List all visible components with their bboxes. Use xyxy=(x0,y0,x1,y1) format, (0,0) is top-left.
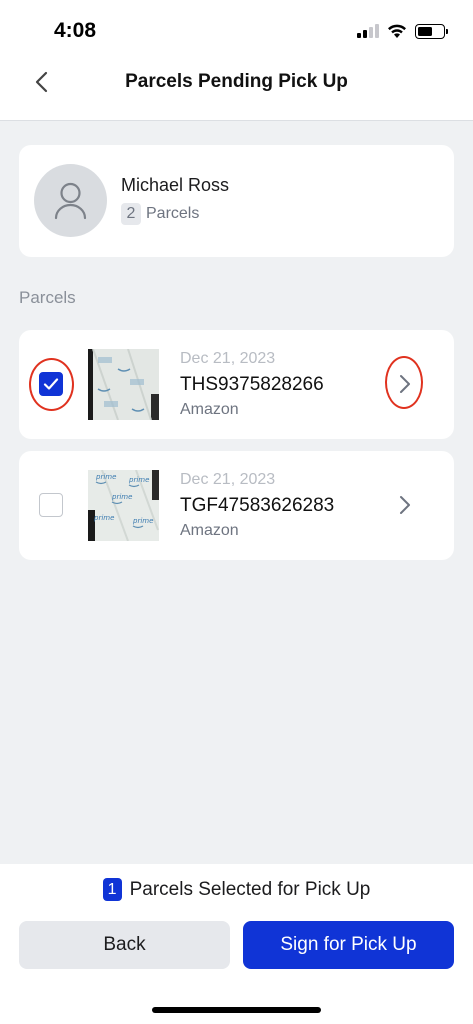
parcel-count-label: Parcels xyxy=(146,205,200,222)
parcel-date: Dec 21, 2023 xyxy=(180,350,276,367)
avatar xyxy=(34,164,107,237)
bottom-action-bar: 1 Parcels Selected for Pick Up Back Sign… xyxy=(0,864,473,1024)
customer-card: Michael Ross 2 Parcels xyxy=(19,145,454,257)
chevron-right-icon[interactable] xyxy=(396,372,414,396)
battery-icon xyxy=(415,23,448,39)
svg-text:prime: prime xyxy=(111,493,132,501)
parcel-card[interactable]: Dec 21, 2023 THS9375828266 Amazon xyxy=(19,330,454,439)
parcel-tracking-number: THS9375828266 xyxy=(180,374,324,395)
parcel-count: 2 Parcels xyxy=(121,203,199,225)
svg-text:prime: prime xyxy=(95,473,116,481)
svg-text:prime: prime xyxy=(128,476,149,484)
selected-summary: 1 Parcels Selected for Pick Up xyxy=(0,878,473,901)
wifi-icon xyxy=(388,24,406,38)
cellular-signal-icon xyxy=(357,24,379,38)
status-icons xyxy=(357,22,448,40)
parcel-carrier: Amazon xyxy=(180,401,239,418)
status-time: 4:08 xyxy=(54,19,97,42)
sign-for-pickup-button[interactable]: Sign for Pick Up xyxy=(243,921,454,969)
section-label-parcels: Parcels xyxy=(19,288,76,307)
customer-name: Michael Ross xyxy=(121,175,230,195)
person-icon xyxy=(54,182,87,220)
parcel-card[interactable]: prime prime prime prime prime Dec 21, 20… xyxy=(19,451,454,560)
selected-summary-label: Parcels Selected for Pick Up xyxy=(129,878,371,900)
parcel-checkbox[interactable] xyxy=(39,493,63,517)
back-button[interactable]: Back xyxy=(19,921,230,969)
parcel-tracking-number: TGF47583626283 xyxy=(180,495,335,516)
highlight-ring xyxy=(29,358,74,411)
selected-count-badge: 1 xyxy=(102,878,122,901)
svg-text:prime: prime xyxy=(93,514,114,522)
chevron-right-icon[interactable] xyxy=(396,493,414,517)
svg-text:prime: prime xyxy=(132,517,153,525)
parcel-count-badge: 2 xyxy=(121,203,141,225)
page-title: Parcels Pending Pick Up xyxy=(125,71,348,92)
home-indicator xyxy=(152,1007,321,1013)
parcel-date: Dec 21, 2023 xyxy=(180,471,276,488)
nav-header: Parcels Pending Pick Up xyxy=(0,60,473,121)
status-bar: 4:08 xyxy=(0,0,473,60)
parcel-carrier: Amazon xyxy=(180,522,239,539)
parcel-thumbnail xyxy=(88,349,159,420)
parcel-thumbnail: prime prime prime prime prime xyxy=(88,470,159,541)
